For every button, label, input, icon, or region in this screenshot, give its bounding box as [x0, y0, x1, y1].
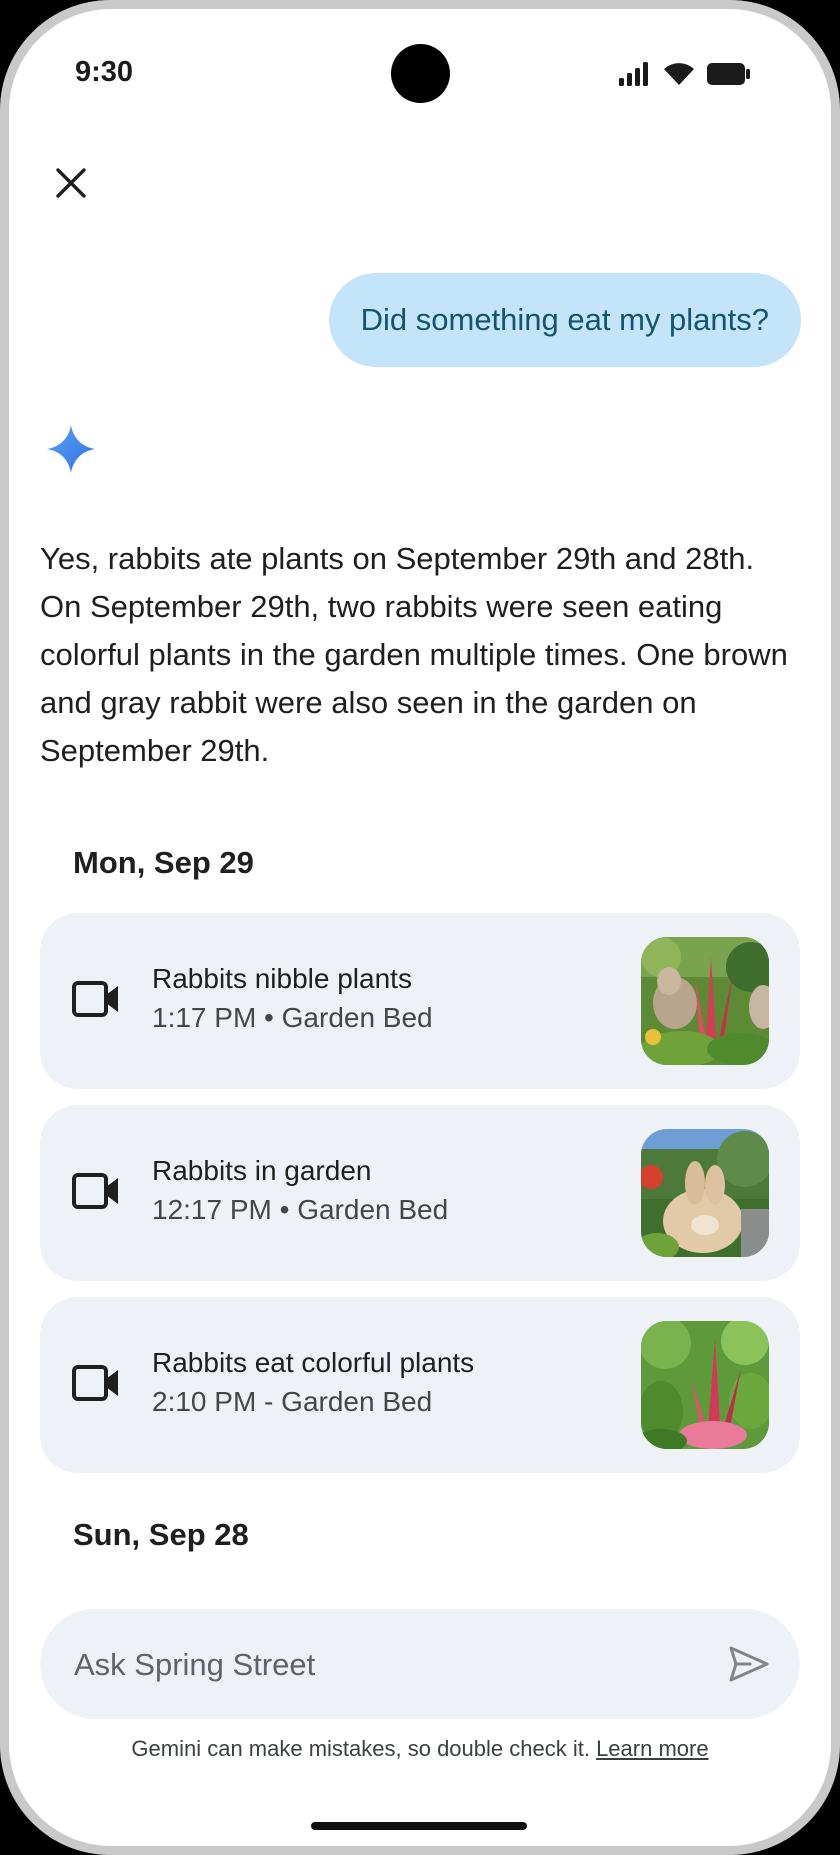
status-icons [619, 61, 751, 87]
home-indicator[interactable] [311, 1822, 527, 1830]
video-camera-icon [72, 1365, 118, 1401]
event-card-rabbits-eat-colorful-plants[interactable]: Rabbits eat colorful plants 2:10 PM - Ga… [40, 1297, 800, 1473]
video-camera-icon [72, 1173, 118, 1209]
event-title: Rabbits eat colorful plants [152, 1347, 475, 1378]
user-message-bubble: Did something eat my plants? [328, 273, 801, 367]
battery-icon [707, 63, 750, 85]
phone-frame: 9:30 Did something eat my plants? Yes, r… [0, 0, 840, 1855]
learn-more-link[interactable]: Learn more [596, 1736, 709, 1761]
send-icon[interactable] [728, 1645, 770, 1683]
event-title: Rabbits in garden [152, 1155, 372, 1186]
status-time: 9:30 [75, 56, 134, 88]
event-thumbnail [641, 1129, 769, 1257]
event-subtitle: 2:10 PM - Garden Bed [152, 1386, 433, 1417]
event-subtitle: 12:17 PM • Garden Bed [152, 1194, 449, 1225]
ask-input[interactable] [72, 1609, 696, 1721]
event-title: Rabbits nibble plants [152, 963, 412, 994]
phone-screen: 9:30 Did something eat my plants? Yes, r… [9, 9, 831, 1846]
ask-input-bar[interactable] [40, 1609, 800, 1721]
event-thumbnail [641, 937, 769, 1065]
disclaimer-text: Gemini can make mistakes, so double chec… [131, 1736, 590, 1761]
event-subtitle: 1:17 PM • Garden Bed [152, 1002, 433, 1033]
close-icon [56, 168, 86, 198]
wifi-icon [664, 63, 694, 85]
front-camera [391, 44, 450, 103]
event-card-rabbits-in-garden[interactable]: Rabbits in garden 12:17 PM • Garden Bed [40, 1105, 800, 1281]
gemini-sparkle-icon [47, 425, 95, 473]
disclaimer: Gemini can make mistakes, so double chec… [9, 1736, 831, 1762]
day-heading-sun: Sun, Sep 28 [73, 1517, 249, 1552]
event-card-rabbits-nibble-plants[interactable]: Rabbits nibble plants 1:17 PM • Garden B… [40, 913, 800, 1089]
signal-icon [619, 62, 648, 86]
event-thumbnail [641, 1321, 769, 1449]
day-heading-mon: Mon, Sep 29 [73, 845, 254, 880]
video-camera-icon [72, 981, 118, 1017]
close-button[interactable] [45, 157, 97, 209]
assistant-answer: Yes, rabbits ate plants on September 29t… [40, 541, 788, 768]
